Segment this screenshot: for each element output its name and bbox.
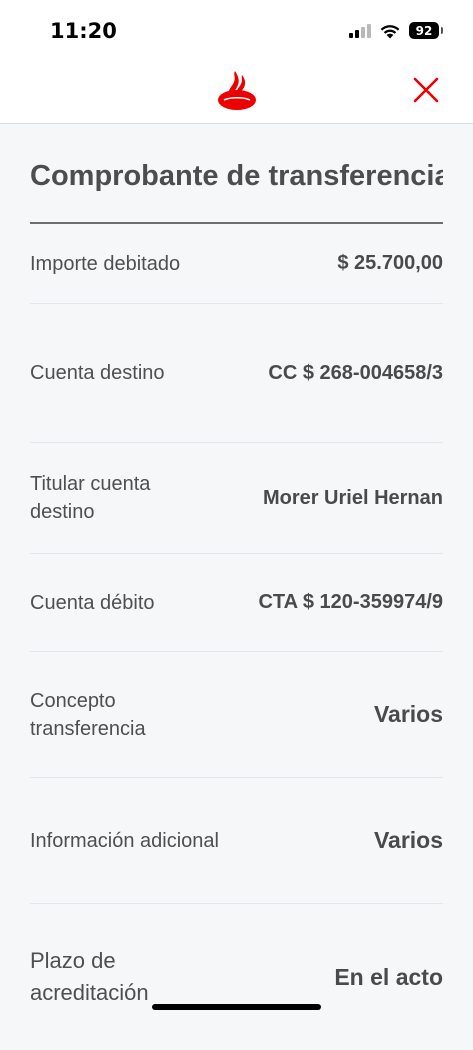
detail-value: CC $ 268-004658/3	[268, 361, 443, 384]
detail-value: Varios	[373, 701, 443, 727]
home-indicator[interactable]	[152, 1004, 321, 1010]
close-icon[interactable]	[412, 76, 440, 104]
detail-label: Concepto transferencia	[30, 689, 146, 740]
status-time: 11:20	[50, 19, 117, 43]
status-icons: 92	[349, 22, 443, 39]
detail-row-importe: Importe debitado $ 25.700,00	[30, 224, 443, 304]
wifi-icon	[380, 24, 400, 38]
detail-value: $ 25.700,00	[337, 252, 443, 274]
battery-icon: 92	[409, 22, 443, 39]
detail-label: Cuenta débito	[30, 591, 155, 614]
detail-label: Cuenta destino	[30, 362, 165, 384]
detail-value: Varios	[373, 827, 443, 853]
detail-row-plazo: Plazo de acreditación En el acto	[30, 904, 443, 1050]
detail-label: Titular cuenta destino	[30, 473, 151, 523]
detail-value: En el acto	[334, 963, 443, 990]
detail-label: Información adicional	[30, 829, 219, 852]
cellular-signal-icon	[349, 23, 371, 38]
detail-label: Plazo de acreditación	[30, 948, 149, 1005]
page-title: Comprobante de transferencia	[30, 160, 443, 192]
santander-flame-icon	[218, 71, 256, 110]
detail-label: Importe debitado	[30, 252, 181, 275]
detail-row-concepto: Concepto transferencia Varios	[30, 652, 443, 778]
detail-value: CTA $ 120-359974/9	[258, 591, 443, 613]
detail-row-titular: Titular cuenta destino Morer Uriel Herna…	[30, 443, 443, 554]
detail-value: Morer Uriel Hernan	[262, 486, 443, 509]
status-bar: 11:20 92	[0, 0, 473, 62]
detail-row-cuenta-debito: Cuenta débito CTA $ 120-359974/9	[30, 554, 443, 652]
detail-row-informacion: Información adicional Varios	[30, 778, 443, 904]
receipt-content: Comprobante de transferencia Importe deb…	[30, 124, 443, 1050]
detail-row-cuenta-destino: Cuenta destino CC $ 268-004658/3	[30, 304, 443, 443]
top-navigation-bar	[0, 62, 473, 124]
